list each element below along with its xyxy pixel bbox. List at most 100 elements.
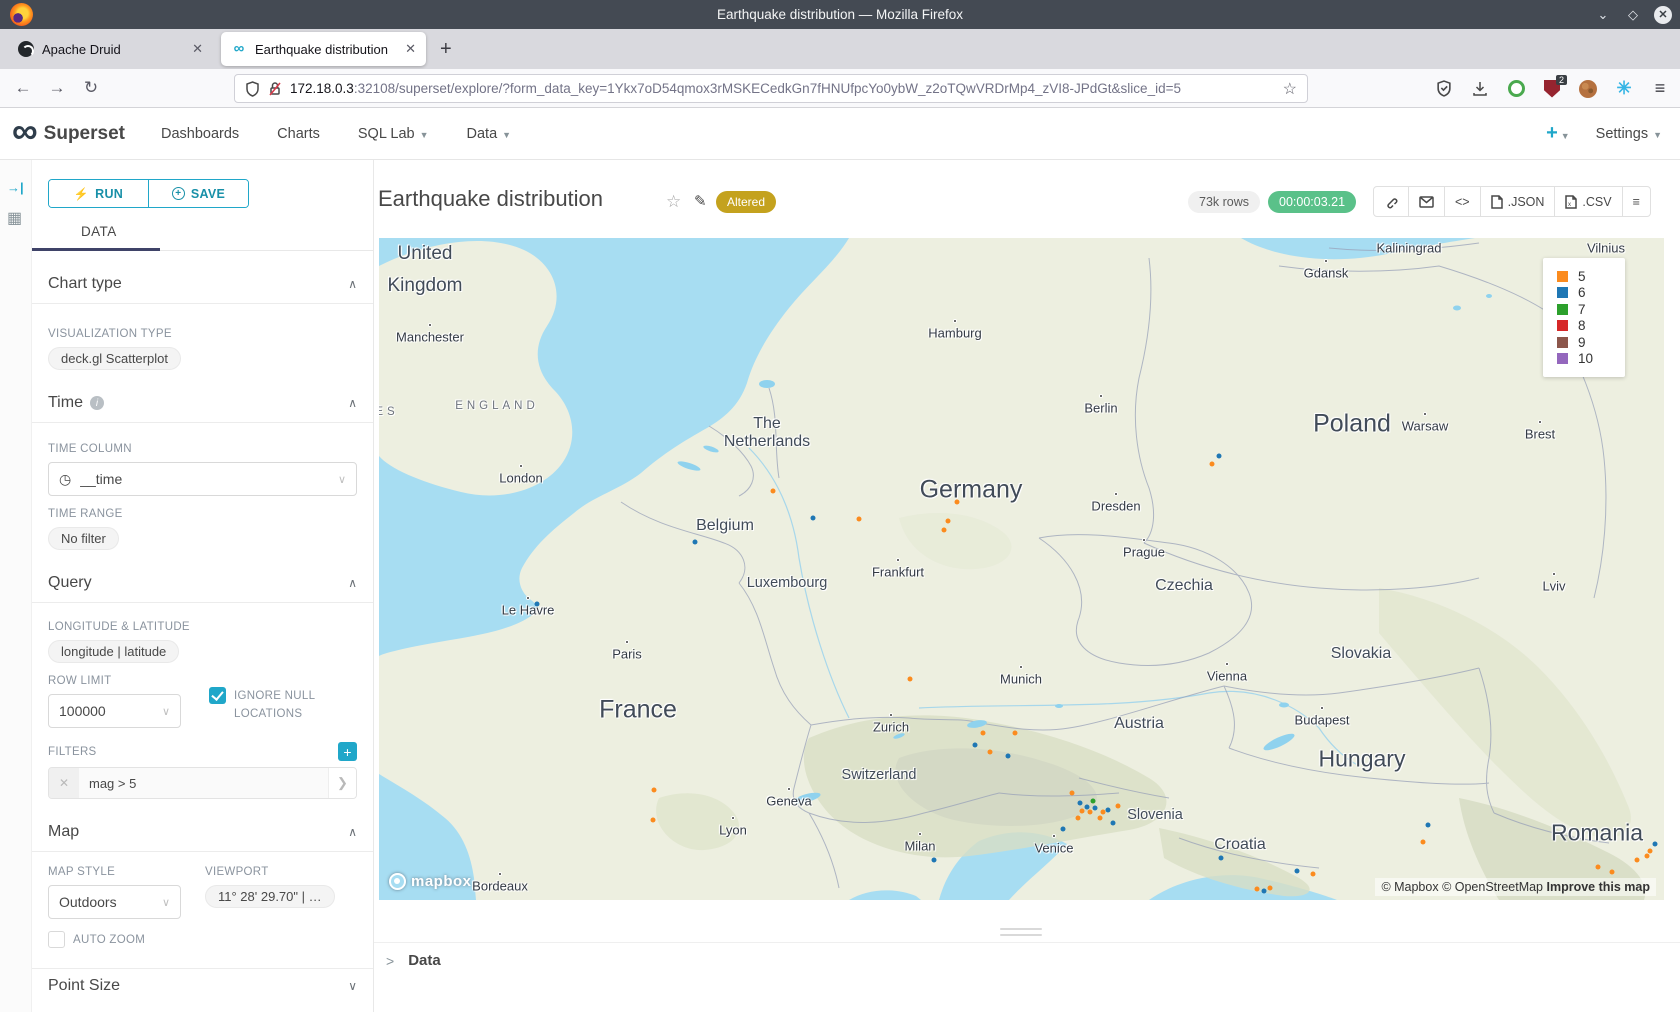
map-label: Belgium: [696, 517, 754, 535]
scatter-point: [1076, 816, 1081, 821]
window-maximize-icon[interactable]: ◇: [1624, 6, 1642, 24]
scatter-point: [651, 818, 656, 823]
scatter-point: [1255, 887, 1260, 892]
mapbox-logo-icon: [389, 873, 406, 890]
tab-data[interactable]: DATA: [81, 224, 117, 239]
time-column-label: TIME COLUMN: [48, 443, 357, 455]
nav-item-charts[interactable]: Charts: [277, 126, 320, 142]
copy-link-button[interactable]: [1374, 187, 1408, 216]
window-close-icon[interactable]: ✕: [1654, 6, 1672, 24]
time-range-value[interactable]: No filter: [48, 527, 119, 550]
email-button[interactable]: [1408, 187, 1444, 216]
new-tab-button[interactable]: +: [440, 38, 452, 61]
map-label: France: [599, 696, 677, 725]
chart-menu-icon[interactable]: ≡: [1622, 187, 1650, 216]
chart-title[interactable]: Earthquake distribution: [378, 186, 603, 212]
expand-datasource-icon[interactable]: →|: [7, 180, 24, 195]
section-point-size[interactable]: Point Size∨: [48, 977, 357, 995]
lonlat-value[interactable]: longitude | latitude: [48, 640, 179, 663]
run-button[interactable]: ⚡RUN: [49, 180, 148, 207]
tab-close-icon[interactable]: ✕: [192, 41, 203, 57]
auto-zoom-checkbox[interactable]: AUTO ZOOM: [48, 931, 357, 948]
section-query[interactable]: Query∧: [48, 574, 357, 592]
extension-green-icon[interactable]: [1506, 79, 1526, 99]
map-label: Slovakia: [1331, 645, 1391, 663]
file-icon: x: [1565, 195, 1577, 209]
nav-item-data[interactable]: Data▼: [467, 126, 512, 142]
ublock-shield-icon[interactable]: 2: [1542, 79, 1562, 99]
pocket-shield-icon[interactable]: [1434, 79, 1454, 99]
url-bar[interactable]: 172.18.0.3:32108/superset/explore/?form_…: [234, 74, 1308, 103]
cookie-extension-icon[interactable]: [1578, 79, 1598, 99]
nav-item-sql-lab[interactable]: SQL Lab▼: [358, 126, 429, 142]
favorite-star-icon[interactable]: ☆: [666, 192, 681, 212]
edit-title-icon[interactable]: ✎: [694, 192, 707, 210]
city-dot: [526, 596, 530, 600]
viewport-value[interactable]: 11° 28' 29.70" | 50...: [205, 885, 335, 908]
window-minimize-icon[interactable]: ⌄: [1594, 6, 1612, 24]
scatter-point: [1091, 799, 1096, 804]
browser-menu-icon[interactable]: ≡: [1650, 79, 1670, 99]
resize-handle[interactable]: [1000, 928, 1042, 940]
export-json-button[interactable]: .JSON: [1480, 187, 1555, 216]
city-dot: [1538, 420, 1542, 424]
deckgl-scatterplot-map[interactable]: UnitedKingdomManchesterENGLANDLondonESTh…: [379, 238, 1664, 900]
export-csv-button[interactable]: x .CSV: [1554, 187, 1621, 216]
section-time[interactable]: Time i ∧: [48, 394, 357, 412]
city-dot: [428, 323, 432, 327]
map-label: Luxembourg: [747, 575, 828, 591]
download-icon[interactable]: [1470, 79, 1490, 99]
add-new-button[interactable]: +▼: [1546, 122, 1570, 145]
reload-button[interactable]: ↻: [74, 78, 108, 98]
add-filter-button[interactable]: +: [338, 742, 357, 761]
settings-menu[interactable]: Settings▼: [1596, 126, 1662, 142]
forward-button[interactable]: →: [40, 78, 74, 98]
visualization-type-value[interactable]: deck.gl Scatterplot: [48, 347, 181, 370]
tab-close-icon[interactable]: ✕: [405, 41, 416, 57]
chevron-up-icon: ∧: [348, 396, 357, 410]
mapbox-attribution-link[interactable]: © Mapbox: [1381, 880, 1438, 894]
superset-brand[interactable]: Superset: [44, 123, 125, 145]
nav-item-dashboards[interactable]: Dashboards: [161, 126, 239, 142]
control-panel: ⚡RUN +SAVE DATA Chart type∧ VISUALIZATIO…: [32, 160, 373, 1012]
visualization-type-label: VISUALIZATION TYPE: [48, 328, 357, 340]
mapbox-logo[interactable]: mapbox: [389, 873, 472, 890]
file-icon: [1491, 195, 1503, 209]
bookmark-star-icon[interactable]: ☆: [1283, 79, 1297, 99]
scatter-point: [908, 677, 913, 682]
osm-attribution-link[interactable]: © OpenStreetMap: [1442, 880, 1543, 894]
save-button[interactable]: +SAVE: [148, 180, 248, 207]
ignore-null-checkbox[interactable]: IGNORE NULL LOCATIONS: [209, 687, 326, 724]
chevron-right-icon[interactable]: ❯: [328, 768, 356, 798]
remove-filter-icon[interactable]: ✕: [49, 768, 79, 798]
data-panel-toggle[interactable]: > Data: [386, 952, 441, 969]
altered-badge[interactable]: Altered: [716, 191, 776, 213]
tab-apache-druid[interactable]: Apache Druid ✕: [8, 32, 213, 66]
row-limit-select[interactable]: 100000 ∨: [48, 694, 181, 728]
chevron-down-icon: ∨: [338, 473, 346, 486]
legend-label: 5: [1578, 269, 1586, 284]
section-chart-type[interactable]: Chart type∧: [48, 275, 357, 293]
checkbox-unchecked-icon[interactable]: [48, 931, 65, 948]
map-style-select[interactable]: Outdoors ∨: [48, 885, 181, 919]
scatter-point: [652, 788, 657, 793]
section-map[interactable]: Map∧: [48, 823, 357, 841]
chevron-down-icon: ▼: [502, 130, 511, 140]
time-column-select[interactable]: ◷ __time ∨: [48, 462, 357, 496]
tab-earthquake-distribution[interactable]: ∞ Earthquake distribution ✕: [221, 32, 426, 66]
scatter-point: [1311, 872, 1316, 877]
checkbox-checked-icon[interactable]: [209, 687, 226, 704]
legend-item: 5: [1557, 268, 1625, 285]
back-button[interactable]: ←: [6, 78, 40, 98]
scatter-point: [946, 519, 951, 524]
dataset-grid-icon[interactable]: ▦: [7, 208, 22, 228]
map-label: Germany: [920, 476, 1023, 505]
insecure-lock-icon[interactable]: [268, 81, 282, 97]
embed-code-button[interactable]: <>: [1444, 187, 1480, 216]
improve-map-link[interactable]: Improve this map: [1547, 880, 1651, 894]
map-label: Prague: [1123, 545, 1165, 560]
asterisk-extension-icon[interactable]: ✳: [1614, 79, 1634, 99]
filter-chip[interactable]: ✕ mag > 5 ❯: [48, 767, 357, 799]
superset-favicon-icon: ∞: [231, 41, 247, 57]
tracking-shield-icon[interactable]: [245, 81, 260, 97]
